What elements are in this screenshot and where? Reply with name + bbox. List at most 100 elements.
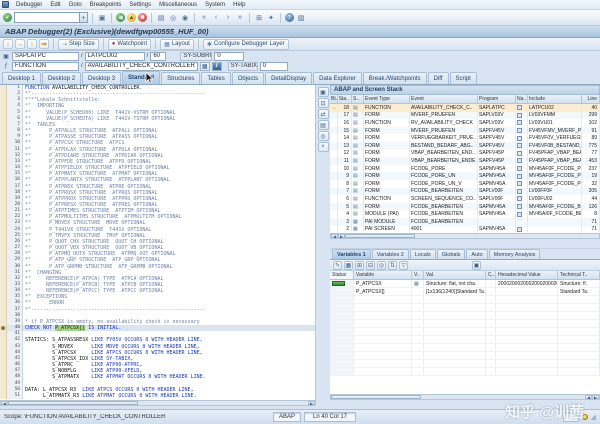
configure-debugger-layer-button[interactable]: ✱ Configure Debugger Layer (202, 38, 289, 50)
stack-column-include[interactable]: Include (528, 95, 582, 103)
stack-column-bt[interactable]: Bt.. (330, 95, 338, 103)
menu-miscellaneous[interactable]: Miscellaneous (155, 2, 201, 8)
variables-column-c[interactable]: C.. (486, 271, 496, 279)
navigation-icon[interactable] (517, 150, 522, 156)
stack-column-event-type[interactable]: Event Type (364, 95, 410, 103)
print-icon[interactable]: ▤ (156, 13, 166, 23)
replace-tool-icon[interactable]: ▣ (317, 87, 329, 97)
variables-column-hexadecimal-value[interactable]: Hexadecimal Value (496, 271, 558, 279)
find-variable-icon[interactable]: ◎ (377, 260, 386, 270)
stack-row[interactable]: 15 ▤ FORM MVERF_PRUEFEN SAPFV45V FV45VFMV_MVE… (330, 126, 600, 135)
navigation-icon[interactable] (517, 112, 522, 118)
help-icon[interactable]: ? (285, 13, 294, 22)
stack-row[interactable]: 7 ▤ FORM FCODE_BEARBEITEN SAPLV00F LV00FF0F 20… (330, 187, 600, 196)
tab-globals[interactable]: Globals (436, 249, 466, 259)
stack-column-line[interactable]: Line (582, 95, 600, 103)
menu-breakpoints[interactable]: Breakpoints (86, 2, 126, 8)
scroll-right-icon[interactable]: ▶ (308, 401, 315, 406)
menu-settings[interactable]: Settings (125, 2, 155, 8)
services-tool-icon[interactable]: ▤ (317, 120, 329, 130)
scrollbar-track[interactable] (415, 234, 599, 238)
variable-row[interactable] (330, 368, 600, 376)
stack-column-program[interactable]: Program (478, 95, 516, 103)
stack-row[interactable]: 13 ▤ FORM BESTAND_BEDARF_ABG.. SAPFV45V FV45V… (330, 141, 600, 150)
scrollbar-thumb[interactable] (8, 401, 138, 405)
first-page-icon[interactable]: « (199, 13, 209, 23)
continue-icon[interactable]: ⇒ (39, 39, 49, 49)
variables-column-val[interactable]: Val. (424, 271, 486, 279)
breakpoint-gutter-cell[interactable] (0, 392, 7, 399)
tab-desktop-1[interactable]: Desktop 1 (2, 72, 42, 84)
variable-row[interactable] (330, 352, 600, 360)
stack-row[interactable]: 10 ▤ FORM FCODE_PORE SAPMV45A MV45AF0F_FCODE_… (330, 164, 600, 173)
navigation-icon[interactable] (517, 105, 522, 111)
stack-row[interactable]: 16 ▤ FUNCTION RV_AVAILABILITY_CHECK SAPLV03V… (330, 119, 600, 127)
tab-desktop-3[interactable]: Desktop 3 (82, 72, 122, 84)
tab-script[interactable]: Script (449, 72, 477, 84)
command-input[interactable] (15, 13, 79, 22)
exit-icon[interactable]: ▲ (127, 13, 136, 22)
stack-column-event[interactable]: Event (410, 95, 478, 103)
navigation-icon[interactable] (517, 135, 522, 141)
swap-tool-icon[interactable]: ⇄ (317, 109, 329, 119)
menu-goto[interactable]: Goto (65, 2, 86, 8)
stack-hscrollbar[interactable]: ◀ ▶ (330, 233, 600, 240)
scroll-left-icon[interactable]: ◀ (1, 401, 8, 406)
navigation-icon[interactable] (517, 196, 522, 202)
display-table-icon[interactable]: ▦ (344, 260, 353, 270)
variables-column-variable[interactable]: Variable (354, 271, 412, 279)
navigation-icon[interactable] (517, 128, 522, 134)
variable-row[interactable] (330, 344, 600, 352)
stack-row[interactable]: 17 ▤ FORM MVERF_PRUEFEN SAPLV03V LV03VFMM 299 (330, 111, 600, 120)
variable-row[interactable] (330, 304, 600, 312)
stack-row[interactable]: 14 ▤ FORM VERFUEGBARKEIT_PRUE.. SAPFV45V FV45… (330, 134, 600, 142)
variable-row[interactable]: P_ATPCSX ▦ Structure: flat, not cha. 200020… (330, 280, 600, 288)
navigation-icon[interactable] (517, 166, 522, 172)
navigation-icon[interactable] (517, 173, 522, 179)
variables-column-technical-t[interactable]: Technical T.. (558, 271, 600, 279)
stack-row[interactable]: 12 ▤ FORM VBAP_BEARBEITEN_END.. SAPFV45P FV45… (330, 149, 600, 158)
stack-row[interactable]: → 18 ▤ FUNCTION AVAILABILITY_CHECK_C.. SAPLAT… (330, 104, 600, 112)
stack-row[interactable]: 4 ▤ MODULE (PAI) FCODE_BEARBEITEN SAPMV45A MV… (330, 210, 600, 218)
enter-icon[interactable]: ✔ (3, 13, 12, 22)
scroll-right-icon[interactable]: ▶ (338, 234, 345, 239)
navigation-icon[interactable] (517, 181, 522, 187)
variables-column-v[interactable]: V.. (412, 271, 424, 279)
tab-detaildisplay[interactable]: DetailDisplay (265, 72, 313, 84)
tab-variables-1[interactable]: Variables 1 (332, 249, 371, 259)
tab-standard[interactable]: Standard (122, 71, 161, 84)
tab-auto[interactable]: Auto (466, 249, 488, 259)
variable-row[interactable] (330, 320, 600, 328)
navigation-icon[interactable] (517, 226, 522, 232)
info-button[interactable]: i (211, 61, 222, 71)
tab-structures[interactable]: Structures (161, 72, 201, 84)
navigation-icon[interactable] (517, 158, 522, 164)
find-icon[interactable]: ◎ (168, 13, 178, 23)
editor-hscrollbar[interactable]: ◀ ▶ (0, 400, 316, 406)
breakpoint-icon[interactable] (1, 326, 5, 331)
stack-row[interactable]: 6 ▤ FUNCTION SCREEN_SEQUENCE_CO.. SAPLV00F LV… (330, 195, 600, 203)
tab-tables[interactable]: Tables (201, 72, 231, 84)
watchpoint-button[interactable]: ● Watchpoint (107, 38, 152, 50)
layout-button[interactable]: ▦ Layout (160, 38, 194, 50)
stack-column-s[interactable]: S.. (352, 95, 364, 103)
customize-icon[interactable]: ▧ (296, 13, 306, 23)
scrollbar-track[interactable] (421, 395, 585, 399)
insert-variable-icon[interactable]: ⊞ (355, 260, 364, 270)
program-field[interactable]: SAPLATPC (12, 51, 79, 61)
step-size-button[interactable]: ⇢ Step Size (58, 38, 99, 50)
variable-row[interactable] (330, 328, 600, 336)
tab-diff[interactable]: Diff (427, 72, 449, 84)
page-up-icon[interactable]: ‹ (211, 13, 221, 23)
menu-debugger[interactable]: Debugger (12, 2, 46, 8)
stack-column-na[interactable]: Na.. (516, 95, 528, 103)
scroll-right-icon[interactable]: ▶ (592, 395, 599, 400)
stack-row[interactable]: 5 ▤ FORM FCODE_BEARBEITEN SAPMV45A MV45AF0F_F… (330, 202, 600, 211)
last-page-icon[interactable]: » (235, 13, 245, 23)
new-session-icon[interactable]: ⊞ (254, 13, 264, 23)
tab-data-explorer[interactable]: Data Explorer (313, 72, 362, 84)
navigation-icon[interactable] (517, 211, 522, 217)
sort-icon[interactable]: ⇅ (388, 260, 397, 270)
menu-edit[interactable]: Edit (46, 2, 64, 8)
scroll-left-icon[interactable]: ◀ (585, 395, 592, 400)
